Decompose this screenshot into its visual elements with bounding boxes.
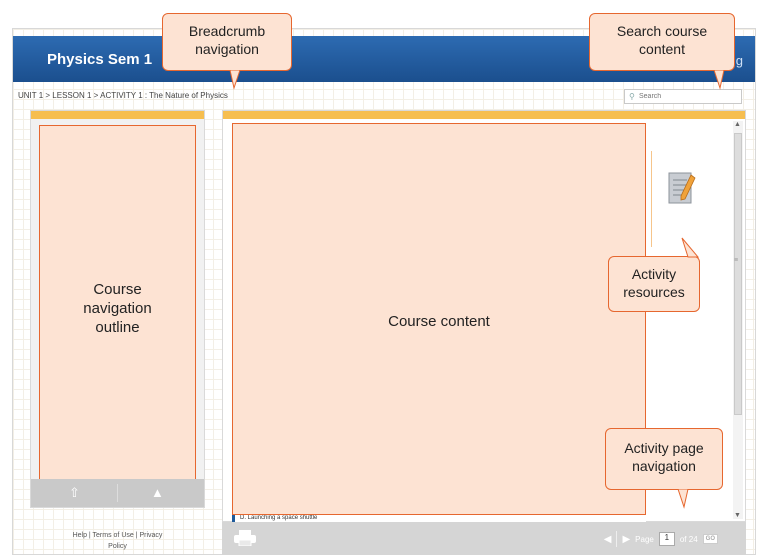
- arrow-up-icon[interactable]: ⇧: [69, 485, 80, 501]
- panel-accent-bar: [223, 111, 745, 119]
- callout-pointer: [713, 70, 725, 90]
- previous-page-icon[interactable]: ◀: [604, 534, 612, 545]
- scroll-up-icon[interactable]: ▲: [734, 121, 741, 128]
- resources-divider: [651, 151, 652, 247]
- scroll-grip-icon: ≡: [734, 257, 739, 264]
- footer-links[interactable]: Help | Terms of Use | Privacy Policy: [30, 530, 205, 552]
- outline-nav-divider: [117, 484, 118, 502]
- course-content-area[interactable]: Course content: [232, 123, 646, 515]
- callout-pointer: [677, 489, 689, 509]
- panel-accent-bar: [31, 111, 204, 119]
- print-icon[interactable]: [234, 530, 256, 546]
- scroll-down-icon[interactable]: ▼: [734, 512, 741, 519]
- page-number-input[interactable]: 1: [658, 532, 675, 546]
- callout-page-navigation: Activity page navigation: [605, 428, 723, 490]
- document-edit-icon[interactable]: [667, 169, 697, 209]
- pager-divider: [616, 531, 618, 547]
- content-scrollbar[interactable]: ▲ ≡ ▼: [733, 121, 743, 519]
- next-page-icon[interactable]: ▶: [622, 534, 630, 545]
- page-total: of 24: [679, 534, 698, 544]
- callout-breadcrumb: Breadcrumb navigation: [162, 13, 292, 71]
- callout-pointer: [681, 237, 700, 258]
- page-label: Page: [635, 534, 654, 544]
- course-navigation-outline[interactable]: Course navigation outline: [39, 125, 196, 483]
- brand-logo: g: [735, 53, 743, 68]
- callout-activity-resources: Activity resources: [608, 256, 700, 312]
- scroll-thumb[interactable]: [734, 133, 742, 415]
- content-bottom-bar: ◀ ▶ Page 1 of 24 GO: [222, 522, 746, 555]
- search-box[interactable]: ⚲: [624, 89, 742, 104]
- go-button[interactable]: GO: [702, 534, 718, 544]
- course-title: Physics Sem 1: [47, 51, 153, 68]
- course-outline-panel: Course navigation outline ⇧ ▲: [30, 110, 205, 508]
- breadcrumb[interactable]: UNIT 1 > LESSON 1 > ACTIVITY 1 : The Nat…: [18, 91, 228, 100]
- activity-page-navigation: ◀ ▶ Page 1 of 24 GO: [604, 531, 718, 547]
- outline-placeholder-label: Course navigation outline: [83, 281, 152, 336]
- search-input[interactable]: [639, 91, 739, 102]
- callout-pointer: [229, 70, 241, 90]
- content-placeholder-label: Course content: [388, 313, 490, 330]
- outline-nav-bar: ⇧ ▲: [31, 479, 204, 507]
- search-icon: ⚲: [629, 92, 635, 101]
- arrow-up-icon[interactable]: ▲: [151, 485, 164, 500]
- callout-search: Search course content: [589, 13, 735, 71]
